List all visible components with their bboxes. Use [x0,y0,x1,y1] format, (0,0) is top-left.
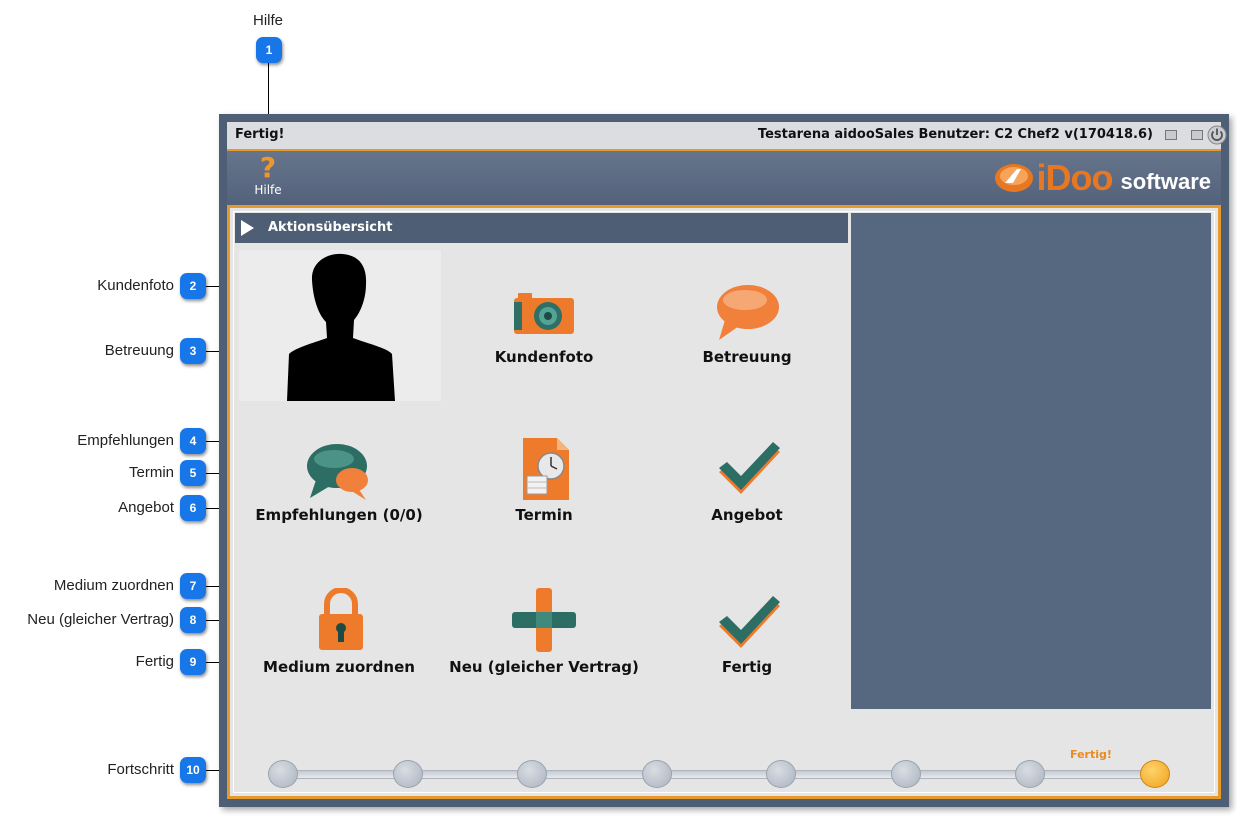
title-bar: Fertig! Testarena aidooSales Benutzer: C… [227,122,1227,151]
progress-step [268,760,298,788]
logo-mark-icon [994,164,1033,192]
progress-step [517,760,547,788]
progress-step [393,760,423,788]
action-label: Empfehlungen (0/0) [255,506,423,524]
padlock-icon [319,588,363,650]
progress-step [1140,760,1170,788]
action-label: Betreuung [702,348,792,366]
action-label: Kundenfoto [494,348,594,366]
progress-step [1015,760,1045,788]
action-label: Angebot [711,506,783,524]
callout-label: Fertig [135,653,174,670]
action-overview-header[interactable]: Aktionsübersicht [235,213,848,243]
plus-icon [512,588,576,652]
progress-label: Fertig! [1070,748,1112,761]
callout-badge: 4 [180,428,206,454]
callout-badge: 6 [180,495,206,521]
callout-label: Termin [128,464,174,481]
progress-step [642,760,672,788]
callout-badge: 8 [180,607,206,633]
progress-step [891,760,921,788]
action-label: Termin [515,506,573,524]
checkmark-icon [719,442,780,494]
minimize-button[interactable] [1165,130,1177,140]
callout-label: Betreuung [104,342,174,359]
power-icon[interactable] [1207,125,1227,145]
callout-badge: 1 [256,37,282,63]
maximize-button[interactable] [1191,130,1203,140]
callout-label: Medium zuordnen [53,577,174,594]
action-medium-zuordnen[interactable]: Medium zuordnen [244,582,434,702]
action-label: Medium zuordnen [263,658,415,676]
action-label: Neu (gleicher Vertrag) [449,658,639,676]
action-betreuung[interactable]: Betreuung [652,272,842,392]
callout-badge: 7 [180,573,206,599]
customer-photo[interactable] [239,250,441,401]
action-fertig[interactable]: Fertig [652,582,842,702]
action-empfehlungen[interactable]: Empfehlungen (0/0) [244,432,434,552]
logo-text: iDoo [1036,157,1114,198]
callout-badge: 10 [180,757,206,783]
help-label: Hilfe [254,183,282,197]
action-overview-title: Aktionsübersicht [268,220,393,235]
chat-bubbles-icon [307,444,368,500]
person-silhouette-icon [287,253,395,401]
expand-triangle-icon [241,220,254,236]
action-label: Fertig [721,658,773,676]
action-angebot[interactable]: Angebot [652,432,842,552]
status-text: Fertig! [235,127,285,142]
calendar-clock-icon [523,438,569,500]
action-neu-gleicher-vertrag[interactable]: Neu (gleicher Vertrag) [449,582,639,702]
callout-label: Angebot [118,499,174,516]
callout-badge: 3 [180,338,206,364]
help-button[interactable]: ? Hilfe [243,153,293,201]
main-panel-inner: Aktionsübersicht Kundenfoto Betreuung Em… [233,211,1215,793]
toolbar: ? Hilfe iDoo software [227,151,1221,208]
progress-bar: Fertig! [268,748,1173,788]
callout-label: Empfehlungen [77,432,174,449]
callout-badge: 2 [180,273,206,299]
app-window: Fertig! Testarena aidooSales Benutzer: C… [219,114,1229,807]
help-icon: ? [259,151,277,184]
callout-label: Fortschritt [107,761,174,778]
main-panel: Aktionsübersicht Kundenfoto Betreuung Em… [227,205,1221,799]
callout-label: Kundenfoto [97,277,174,294]
checkmark-icon [719,596,780,648]
action-kundenfoto[interactable]: Kundenfoto [449,272,639,392]
callout-badge: 9 [180,649,206,675]
logo: iDoo software [993,157,1211,199]
action-termin[interactable]: Termin [449,432,639,552]
progress-step [766,760,796,788]
callout-label: Hilfe [253,12,284,29]
camera-icon [514,293,574,334]
callout-label: Neu (gleicher Vertrag) [27,611,174,628]
speech-bubble-icon [717,285,779,340]
callout-badge: 5 [180,460,206,486]
right-info-panel [851,213,1211,709]
logo-subtext: software [1120,169,1211,194]
window-title: Testarena aidooSales Benutzer: C2 Chef2 … [757,127,1153,142]
